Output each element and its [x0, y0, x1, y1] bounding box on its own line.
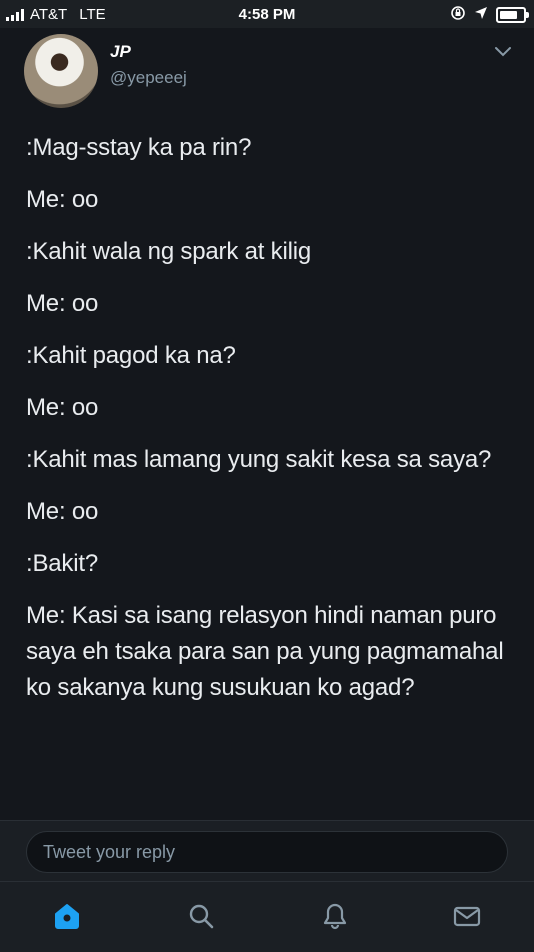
status-bar: AT&T LTE 4:58 PM: [0, 0, 534, 28]
orientation-lock-icon: [450, 5, 466, 25]
battery-icon: [496, 7, 529, 23]
tweet-line: Me: oo: [26, 290, 99, 317]
tweet-line: :Kahit pagod ka na?: [26, 342, 236, 369]
display-name[interactable]: JP: [110, 42, 131, 62]
avatar[interactable]: [24, 34, 98, 108]
tweet-header: JP @yepeeej: [0, 28, 534, 118]
tweet-line: :Mag-sstay ka pa rin?: [26, 134, 252, 161]
tweet-line: :Kahit wala ng spark at kilig: [26, 238, 312, 265]
tweet-line: :Bakit?: [26, 550, 98, 577]
tweet-line: Me: Kasi sa isang relasyon hindi naman p…: [26, 602, 504, 701]
chevron-down-icon[interactable]: [494, 46, 512, 58]
reply-bar: Tweet your reply: [0, 821, 534, 881]
tweet-text: :Mag-sstay ka pa rin? Me: oo :Kahit wala…: [26, 130, 516, 722]
location-icon: [474, 6, 488, 24]
user-handle[interactable]: @yepeeej: [110, 68, 187, 88]
home-icon[interactable]: [51, 900, 83, 932]
tab-bar: [0, 881, 534, 952]
tweet-line: Me: oo: [26, 498, 99, 525]
tweet-line: Me: oo: [26, 186, 99, 213]
tweet-line: Me: oo: [26, 394, 99, 421]
reply-input[interactable]: Tweet your reply: [26, 831, 508, 873]
tweet-line: :Kahit mas lamang yung sakit kesa sa say…: [26, 446, 492, 473]
notifications-icon[interactable]: [319, 900, 351, 932]
search-icon[interactable]: [185, 900, 217, 932]
messages-icon[interactable]: [451, 900, 483, 932]
